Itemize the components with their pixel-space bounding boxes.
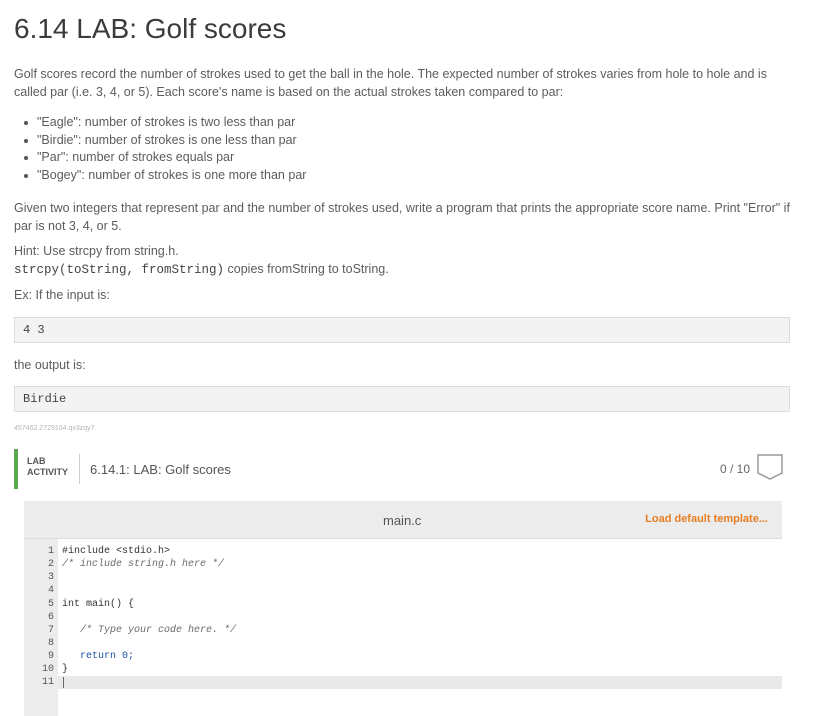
code-line[interactable]: int main() { <box>62 598 134 611</box>
code-line[interactable]: return 0; <box>62 650 134 663</box>
line-number: 4 <box>47 585 54 596</box>
line-number: 7 <box>47 625 54 636</box>
example-output-box: Birdie <box>14 386 790 412</box>
lab-label-line1: LAB <box>27 456 46 466</box>
score-names-list: "Eagle": number of strokes is two less t… <box>22 114 306 184</box>
code-line[interactable]: } <box>62 663 68 676</box>
line-number: 6 <box>47 612 54 623</box>
code-line[interactable]: #include <stdio.h> <box>62 545 170 558</box>
list-item: "Birdie": number of strokes is one less … <box>22 132 306 150</box>
list-item: "Par": number of strokes equals par <box>22 149 306 167</box>
hint-paragraph: Hint: Use strcpy from string.h. <box>14 244 179 258</box>
list-item: "Bogey": number of strokes is one more t… <box>22 167 306 185</box>
lab-activity-header: LAB ACTIVITY 6.14.1: LAB: Golf scores 0 … <box>14 449 790 489</box>
hint-code-paragraph: strcpy(toString, fromString) copies from… <box>14 260 794 279</box>
lab-label-line2: ACTIVITY <box>27 467 69 477</box>
line-number: 10 <box>41 664 54 675</box>
hint-code: strcpy(toString, fromString) <box>14 263 225 277</box>
problem-id: 457462.2729104.qx3zqy7 <box>14 425 95 432</box>
load-default-template-link[interactable]: Load default template... <box>645 513 768 525</box>
line-number: 2 <box>47 559 54 570</box>
output-intro: the output is: <box>14 358 86 372</box>
task-paragraph: Given two integers that represent par an… <box>14 201 790 233</box>
line-number: 9 <box>47 651 54 662</box>
example-intro: Ex: If the input is: <box>14 288 110 302</box>
intro-paragraph: Golf scores record the number of strokes… <box>14 67 767 99</box>
line-number: 1 <box>47 546 54 557</box>
example-input-box: 4 3 <box>14 317 790 343</box>
active-line-highlight <box>58 676 782 689</box>
list-item: "Eagle": number of strokes is two less t… <box>22 114 306 132</box>
lab-name: 6.14.1: LAB: Golf scores <box>90 462 231 477</box>
line-number: 5 <box>47 599 54 610</box>
line-number: 3 <box>47 572 54 583</box>
text-cursor <box>63 677 64 688</box>
file-name: main.c <box>383 513 422 528</box>
code-line[interactable]: /* Type your code here. */ <box>62 624 236 637</box>
editor-toolbar: main.c Load default template... <box>24 501 782 539</box>
hint-rest: copies fromString to toString. <box>224 262 389 276</box>
lab-score: 0 / 10 <box>719 462 750 476</box>
page-title: 6.14 LAB: Golf scores <box>14 13 287 44</box>
code-line[interactable]: /* include string.h here */ <box>62 558 224 571</box>
code-editor: main.c Load default template... 1 #inclu… <box>24 501 782 716</box>
divider <box>79 454 80 484</box>
line-number: 8 <box>47 638 54 649</box>
score-badge-icon <box>756 453 784 481</box>
line-number: 11 <box>41 677 54 688</box>
lab-activity-label: LAB ACTIVITY <box>27 456 68 478</box>
